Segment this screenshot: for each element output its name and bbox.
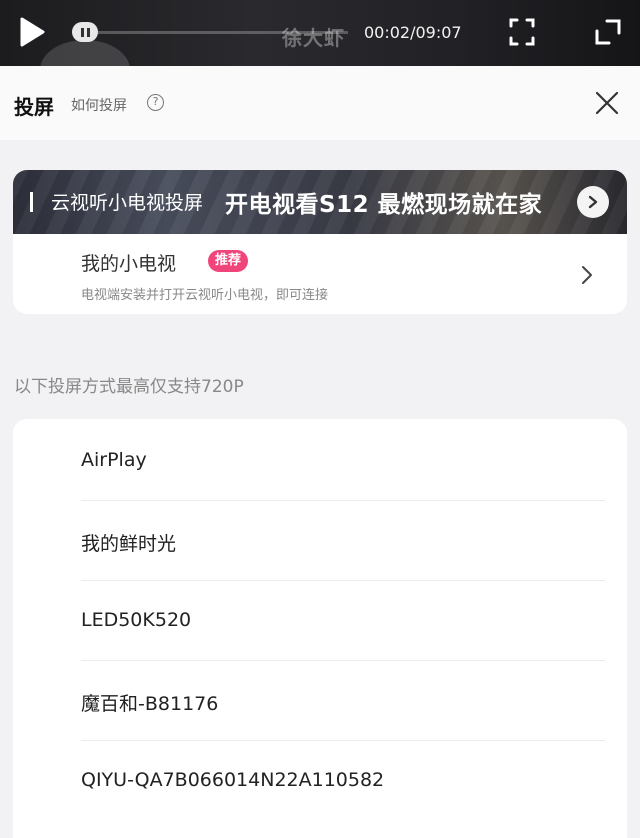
my-tv-card[interactable]: 云视听小电视投屏 开电视看S12 最燃现场就在家 我的小电视 推荐 电视端安装并… [13,170,627,314]
play-icon[interactable] [18,16,46,48]
my-tv-label: 我的小电视 [81,253,177,275]
close-icon[interactable] [594,90,620,116]
chevron-right-icon[interactable] [580,265,594,285]
device-item[interactable]: 我的鲜时光 [81,501,605,581]
expand-icon[interactable] [594,18,622,46]
device-list: AirPlay 我的鲜时光 LED50K520 魔百和-B81176 QIYU-… [13,419,627,838]
device-label: 魔百和-B81176 [81,693,219,715]
promo-banner[interactable]: 云视听小电视投屏 开电视看S12 最燃现场就在家 [13,170,627,234]
danmaku-toggle-icon[interactable] [72,22,98,42]
device-item[interactable]: LED50K520 [81,581,605,661]
banner-accent-bar [30,192,33,212]
recommended-badge: 推荐 [208,250,249,272]
cast-header: 投屏 如何投屏 ? [0,66,640,140]
page-title: 投屏 [14,95,54,119]
playback-time: 00:02/09:07 [364,23,462,42]
fullscreen-icon[interactable] [508,16,536,48]
device-label: LED50K520 [81,609,192,631]
resolution-notice: 以下投屏方式最高仅支持720P [14,377,244,397]
video-player-bar: 徐大虾 00:02/09:07 [0,0,640,66]
device-label: AirPlay [81,449,147,471]
uploader-watermark: 徐大虾 [282,26,345,50]
device-item[interactable]: QIYU-QA7B066014N22A110582 [81,741,605,821]
device-item[interactable]: 魔百和-B81176 [81,661,605,741]
banner-arrow-icon[interactable] [577,186,609,218]
device-label: 我的鲜时光 [81,533,177,555]
banner-app-name: 云视听小电视投屏 [51,192,204,214]
device-label: QIYU-QA7B066014N22A110582 [81,769,385,791]
device-item-airplay[interactable]: AirPlay [81,421,605,501]
how-to-cast-link[interactable]: 如何投屏 [71,95,127,115]
question-circle-icon[interactable]: ? [147,94,164,111]
my-tv-description: 电视端安装并打开云视听小电视，即可连接 [81,288,329,303]
banner-headline: 开电视看S12 最燃现场就在家 [225,192,543,218]
